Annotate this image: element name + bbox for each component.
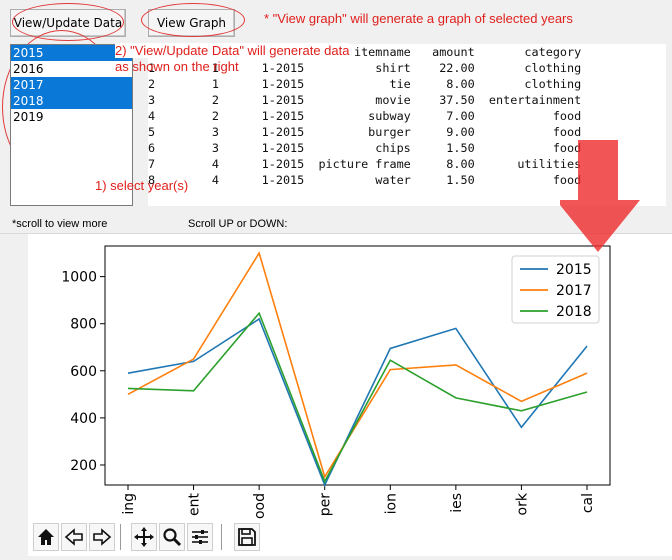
x-tick-label: ing [121,493,137,515]
zoom-icon [163,528,182,547]
scroll-more-hint: *scroll to view more [12,218,108,230]
y-tick-label: 200 [70,458,97,474]
annotation-arrow [560,140,640,252]
y-tick-label: 400 [70,411,97,427]
configure-button[interactable] [187,523,213,551]
scroll-updown-hint: Scroll UP or DOWN: [188,218,288,230]
home-button[interactable] [33,523,59,551]
year-item[interactable]: 2016 [11,61,132,77]
legend-label: 2017 [556,283,592,299]
y-tick-label: 1000 [61,270,97,286]
toolbar-separator [120,524,121,550]
data-note-line2: as shown on the right [115,59,239,74]
x-tick-label: ent [187,492,203,515]
graph-window: 200 400 600 800 1000 ing ent ood per ion ies ork cal… [28,234,672,556]
x-tick-label: ood [252,493,268,519]
back-icon [64,528,83,546]
x-tick-label: ion [383,493,399,514]
x-tick-label: per [318,493,334,517]
line-chart: 200 400 600 800 1000 ing ent ood per ion ies ork cal… [61,245,611,519]
annotation-ellipse-graph [141,3,245,37]
zoom-button[interactable] [159,523,185,551]
home-icon [38,529,54,545]
year-item[interactable]: 2018 [11,93,132,109]
y-tick-label: 800 [70,317,97,333]
graph-note: * "View graph" will generate a graph of … [264,11,573,26]
select-years-note: 1) select year(s) [95,178,189,193]
back-button[interactable] [61,523,87,551]
toolbar-separator [221,524,222,550]
x-tick-label: ork [514,492,530,515]
forward-button[interactable] [89,523,115,551]
pan-button[interactable] [131,523,157,551]
save-icon [238,528,256,546]
year-item[interactable]: 2017 [11,77,132,93]
legend-label: 2015 [556,262,592,278]
x-tick-label: ies [449,493,465,513]
plot-toolbar [28,518,672,556]
y-tick-label: 600 [70,364,97,380]
configure-icon [192,530,208,544]
save-button[interactable] [234,523,260,551]
x-tick-label: cal [580,493,596,513]
forward-icon [93,528,112,546]
pan-icon [134,527,154,547]
year-item[interactable]: 2019 [11,109,132,125]
year-item[interactable]: 2015 [11,45,132,61]
legend-label: 2018 [556,304,592,320]
data-note-line1: 2) "View/Update Data" will generate data [115,43,350,58]
